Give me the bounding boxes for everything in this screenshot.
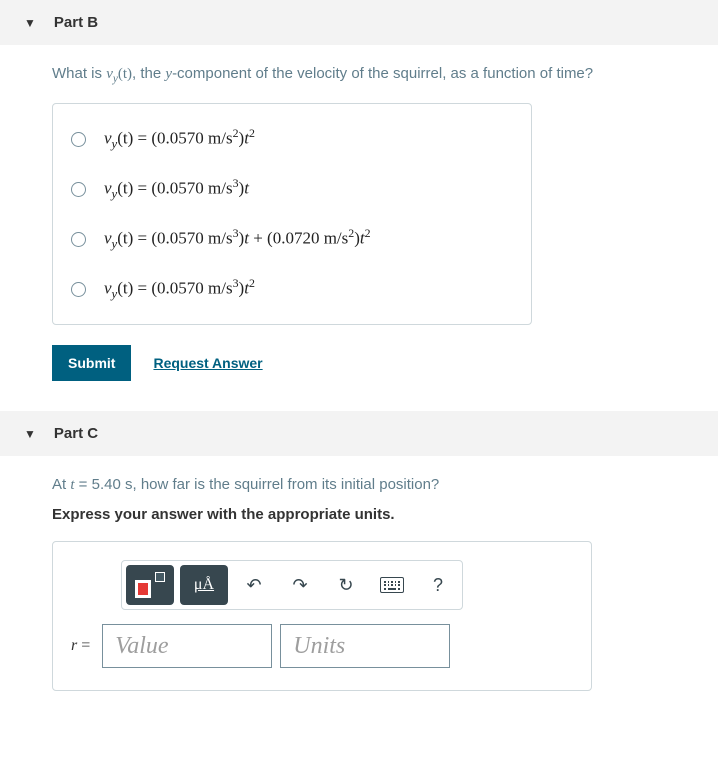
collapse-icon: ▼ — [24, 16, 36, 30]
keyboard-button[interactable] — [372, 565, 412, 605]
input-toolbar: μÅ ↶ ↷ ↻ ? — [121, 560, 463, 610]
template-icon — [135, 572, 165, 598]
value-input[interactable]: Value — [102, 624, 272, 668]
redo-icon: ↷ — [292, 575, 307, 596]
input-row: r = Value Units — [71, 624, 573, 668]
choice-4[interactable]: vy(t) = (0.0570 m/s3)t2 — [71, 264, 513, 314]
reset-button[interactable]: ↻ — [326, 565, 366, 605]
radio-icon — [71, 132, 86, 147]
q-var: v — [106, 66, 113, 82]
undo-icon: ↶ — [246, 575, 261, 596]
answer-input-area: μÅ ↶ ↷ ↻ ? r = Value Units — [52, 541, 592, 691]
radio-icon — [71, 232, 86, 247]
undo-button[interactable]: ↶ — [234, 565, 274, 605]
part-c-body: At t = 5.40 s, how far is the squirrel f… — [0, 456, 718, 721]
part-c-instruction: Express your answer with the appropriate… — [52, 506, 666, 523]
q-text: = 5.40 s — [75, 476, 133, 493]
reset-icon: ↻ — [338, 575, 353, 596]
part-b-body: What is vy(t), the y-component of the ve… — [0, 45, 718, 411]
radio-icon — [71, 182, 86, 197]
part-b-header[interactable]: ▼ Part B — [0, 0, 718, 45]
request-answer-link[interactable]: Request Answer — [153, 355, 262, 371]
part-c-question: At t = 5.40 s, how far is the squirrel f… — [52, 476, 666, 494]
q-text: , how far is the squirrel from its initi… — [132, 476, 439, 493]
choice-3[interactable]: vy(t) = (0.0570 m/s3)t + (0.0720 m/s2)t2 — [71, 214, 513, 264]
choice-label: vy(t) = (0.0570 m/s3)t2 — [104, 276, 255, 302]
help-icon: ? — [433, 575, 443, 596]
help-button[interactable]: ? — [418, 565, 458, 605]
redo-button[interactable]: ↷ — [280, 565, 320, 605]
q-arg: (t) — [118, 66, 132, 82]
collapse-icon: ▼ — [24, 427, 36, 441]
answer-choices: vy(t) = (0.0570 m/s2)t2 vy(t) = (0.0570 … — [52, 103, 532, 325]
part-b-question: What is vy(t), the y-component of the ve… — [52, 65, 666, 85]
choice-2[interactable]: vy(t) = (0.0570 m/s3)t — [71, 164, 513, 214]
q-text: At — [52, 476, 70, 493]
part-c-title: Part C — [54, 425, 98, 442]
part-b-title: Part B — [54, 14, 98, 31]
part-c-header[interactable]: ▼ Part C — [0, 411, 718, 456]
variable-label: r = — [71, 637, 90, 655]
keyboard-icon — [380, 577, 404, 593]
q-text: What is — [52, 65, 106, 82]
choice-label: vy(t) = (0.0570 m/s3)t + (0.0720 m/s2)t2 — [104, 226, 371, 252]
choice-1[interactable]: vy(t) = (0.0570 m/s2)t2 — [71, 114, 513, 164]
part-b-actions: Submit Request Answer — [52, 345, 666, 381]
units-icon: μÅ — [194, 576, 214, 594]
q-text: -component of the velocity of the squirr… — [172, 65, 593, 82]
radio-icon — [71, 282, 86, 297]
units-input[interactable]: Units — [280, 624, 450, 668]
template-button[interactable] — [126, 565, 174, 605]
units-button[interactable]: μÅ — [180, 565, 228, 605]
choice-label: vy(t) = (0.0570 m/s3)t — [104, 176, 249, 202]
choice-label: vy(t) = (0.0570 m/s2)t2 — [104, 126, 255, 152]
q-text: , the — [132, 65, 165, 82]
submit-button[interactable]: Submit — [52, 345, 131, 381]
